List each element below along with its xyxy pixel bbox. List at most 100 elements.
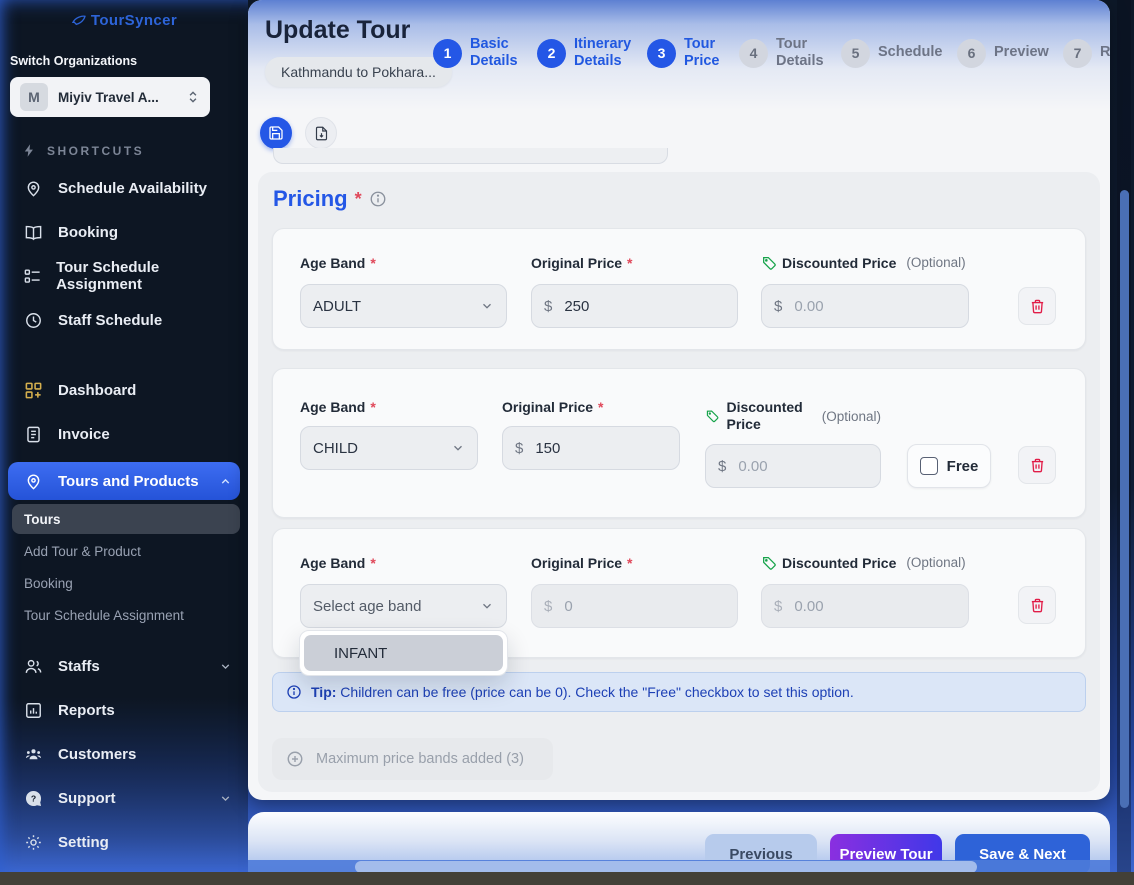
submenu-item-tour-schedule-assignment[interactable]: Tour Schedule Assignment	[12, 600, 240, 630]
pricing-title: Pricing	[273, 186, 348, 212]
scrolled-field-remnant	[273, 148, 668, 164]
sidebar-item-tours-and-products[interactable]: Tours and Products	[8, 462, 240, 500]
age-band-label: Age Band*	[300, 553, 507, 572]
org-avatar: M	[20, 83, 48, 111]
submenu-item-add-tour-product[interactable]: Add Tour & Product	[12, 536, 240, 566]
step-preview[interactable]: 6 Preview	[957, 39, 1052, 68]
free-checkbox-button[interactable]: Free	[907, 444, 991, 488]
sidebar-item-booking[interactable]: Booking	[8, 218, 240, 246]
tour-name-pill: Kathmandu to Pokhara...	[265, 57, 452, 87]
sidebar: TourSyncer Switch Organizations M Miyiv …	[0, 0, 248, 872]
chart-icon	[22, 701, 44, 720]
question-icon: ?	[22, 789, 44, 808]
step-basic-details[interactable]: 1 Basic Details	[433, 36, 526, 70]
chevron-down-icon	[451, 441, 465, 455]
age-band-select[interactable]: CHILD	[300, 426, 478, 470]
discounted-price-input[interactable]: $ 0.00	[761, 584, 969, 628]
step-itinerary-details[interactable]: 2 Itinerary Details	[537, 36, 636, 70]
currency-prefix: $	[774, 298, 782, 315]
pricing-form-panel: Pricing * Age Band* ADULT Original Price…	[258, 172, 1100, 792]
step-tour-details[interactable]: 4 Tour Details	[739, 36, 830, 70]
dropdown-option-infant[interactable]: INFANT	[304, 635, 503, 671]
age-band-label: Age Band*	[300, 253, 507, 272]
invoice-icon	[22, 425, 44, 444]
save-button[interactable]	[260, 117, 292, 149]
original-price-input[interactable]: $ 250	[531, 284, 738, 328]
shortcuts-header: SHORTCUTS	[22, 143, 236, 158]
delete-price-band-button[interactable]	[1018, 586, 1056, 624]
sidebar-item-staffs[interactable]: Staffs	[8, 652, 240, 680]
people-icon	[22, 657, 44, 676]
gear-icon	[22, 833, 44, 852]
discounted-price-label: Discounted Price(Optional)	[761, 253, 969, 272]
sidebar-item-reports[interactable]: Reports	[8, 696, 240, 724]
chevron-up-icon	[219, 475, 232, 488]
add-price-band-button-disabled[interactable]: Maximum price bands added (3)	[272, 738, 553, 780]
sidebar-item-dashboard[interactable]: Dashboard	[8, 376, 240, 404]
currency-prefix: $	[515, 440, 523, 457]
delete-price-band-button[interactable]	[1018, 287, 1056, 325]
sidebar-item-customers[interactable]: Customers	[8, 740, 240, 768]
tag-icon	[761, 255, 777, 271]
sidebar-item-invoice[interactable]: Invoice	[8, 420, 240, 448]
currency-prefix: $	[544, 298, 552, 315]
file-download-icon	[314, 126, 329, 141]
price-band-row-adult: Age Band* ADULT Original Price* $ 250	[272, 228, 1086, 350]
pricing-section-header: Pricing *	[273, 186, 387, 212]
step-tour-price[interactable]: 3 Tour Price	[647, 36, 728, 70]
export-document-button[interactable]	[305, 117, 337, 149]
chevron-down-icon	[480, 599, 494, 613]
sidebar-item-tour-schedule-assignment[interactable]: Tour Schedule Assignment	[8, 262, 240, 290]
delete-price-band-button[interactable]	[1018, 446, 1056, 484]
map-pin-icon	[22, 179, 44, 198]
chevron-down-icon	[219, 792, 232, 805]
wizard-stepper: 1 Basic Details 2 Itinerary Details 3 To…	[433, 25, 1110, 81]
vertical-scrollbar-thumb[interactable]	[1120, 190, 1129, 808]
submenu-item-booking[interactable]: Booking	[12, 568, 240, 598]
step-schedule[interactable]: 5 Schedule	[841, 39, 946, 68]
trash-icon	[1029, 298, 1046, 315]
step-review[interactable]: 7 Re	[1063, 39, 1110, 68]
zap-icon	[22, 143, 37, 158]
book-icon	[22, 223, 44, 242]
sidebar-item-setting[interactable]: Setting	[8, 828, 240, 856]
tag-icon	[705, 408, 719, 424]
discounted-price-input[interactable]: $ 0.00	[705, 444, 881, 488]
discounted-price-label: Discounted Price (Optional)	[705, 396, 881, 436]
page-title: Update Tour	[265, 16, 410, 45]
group-icon	[22, 745, 44, 764]
original-price-label: Original Price*	[531, 553, 738, 572]
org-name: Miyiv Travel A...	[58, 90, 176, 105]
sidebar-item-staff-schedule[interactable]: Staff Schedule	[8, 306, 240, 334]
tours-submenu: Tours Add Tour & Product Booking Tour Sc…	[12, 504, 240, 630]
checkbox-icon	[920, 457, 938, 475]
app-logo-text: TourSyncer	[91, 12, 177, 29]
chevron-down-icon	[480, 299, 494, 313]
discounted-price-input[interactable]: $ 0.00	[761, 284, 969, 328]
original-price-input[interactable]: $ 150	[502, 426, 680, 470]
price-band-row-child: Age Band* CHILD Original Price* $ 150	[272, 368, 1086, 518]
chevron-down-icon	[219, 660, 232, 673]
discounted-price-label: Discounted Price(Optional)	[761, 553, 969, 572]
tip-text: Tip: Children can be free (price can be …	[311, 684, 854, 700]
organization-selector[interactable]: M Miyiv Travel A...	[10, 77, 210, 117]
switch-organizations-label: Switch Organizations	[10, 54, 238, 68]
trash-icon	[1029, 457, 1046, 474]
grid-plus-icon	[22, 381, 44, 400]
info-icon[interactable]	[369, 190, 387, 208]
original-price-input[interactable]: $ 0	[531, 584, 738, 628]
logo-plane-icon	[71, 13, 87, 29]
sidebar-item-schedule-availability[interactable]: Schedule Availability	[8, 174, 240, 202]
age-band-select[interactable]: ADULT	[300, 284, 507, 328]
app-logo: TourSyncer	[0, 12, 248, 29]
age-band-select-open[interactable]: Select age band	[300, 584, 507, 628]
submenu-item-tours[interactable]: Tours	[12, 504, 240, 534]
save-icon	[268, 125, 284, 141]
tip-banner: Tip: Children can be free (price can be …	[272, 672, 1086, 712]
os-taskbar	[0, 872, 1134, 885]
map-pin-icon	[22, 472, 44, 491]
currency-prefix: $	[774, 598, 782, 615]
original-price-label: Original Price*	[502, 397, 680, 416]
sidebar-item-support[interactable]: ? Support	[8, 784, 240, 812]
main-panel: Update Tour Kathmandu to Pokhara... 1 Ba…	[248, 0, 1110, 800]
